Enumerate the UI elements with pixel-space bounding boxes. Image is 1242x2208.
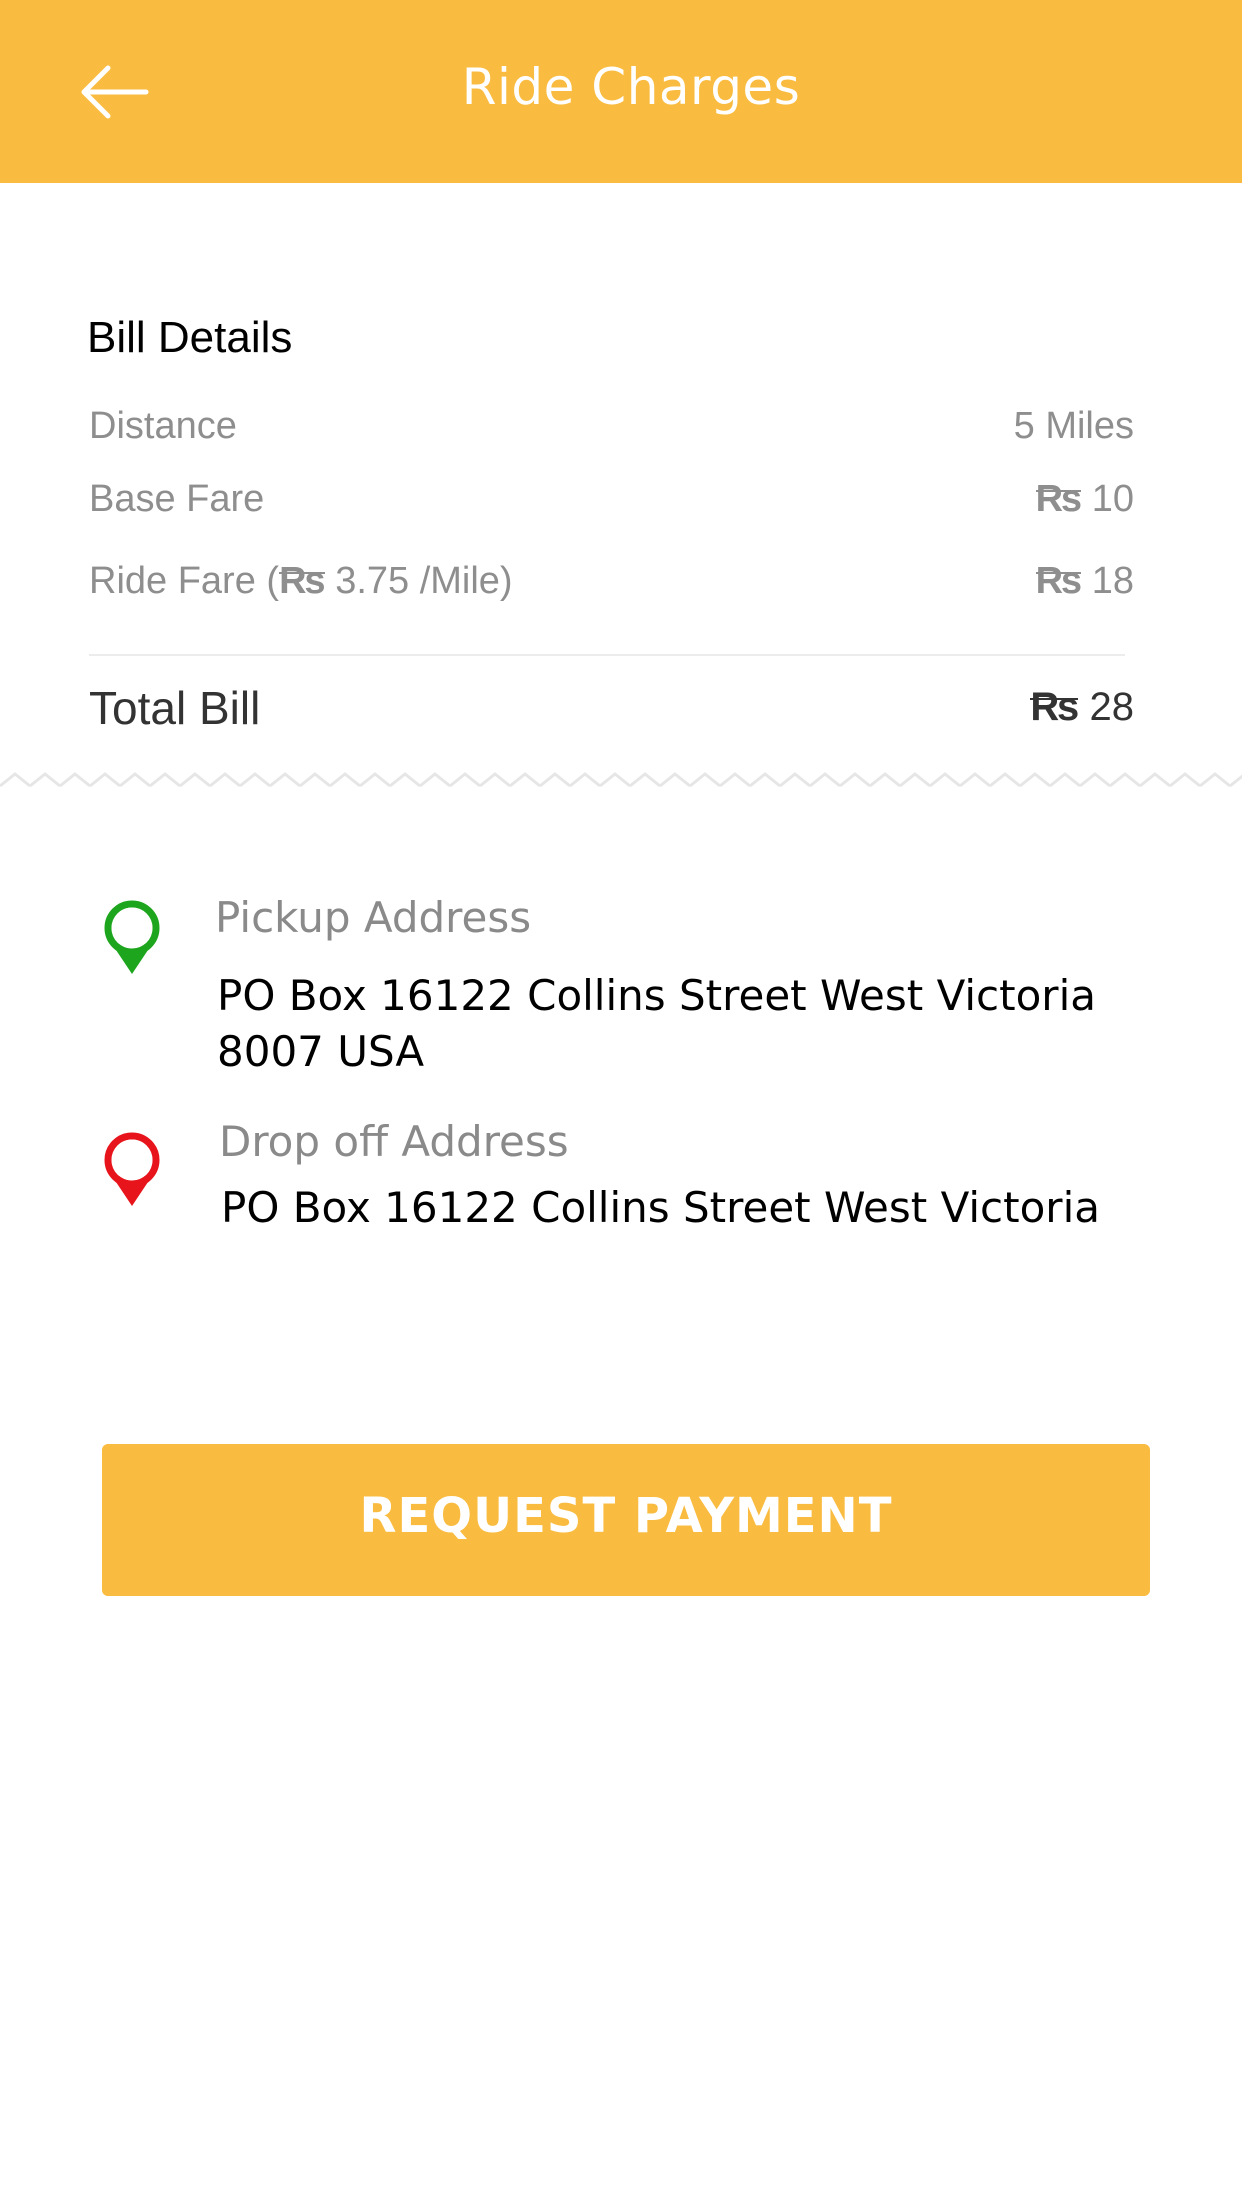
amount: 10 (1091, 478, 1134, 520)
bill-details-card: Bill Details Distance 5 Miles Base Fare … (0, 183, 1242, 783)
page-title: Ride Charges (461, 58, 801, 116)
bill-row-value: ₨ 10 (1035, 478, 1134, 521)
rupee-symbol: ₨ (1030, 685, 1079, 729)
receipt-zigzag-edge (0, 772, 1242, 806)
pickup-address-label: Pickup Address (215, 893, 532, 942)
bill-row-label: Base Fare (89, 478, 265, 520)
dropoff-address-label: Drop off Address (219, 1117, 569, 1166)
rupee-symbol: ₨ (279, 560, 326, 602)
ride-fare-label-text: Ride Fare ( (89, 560, 280, 602)
amount: 18 (1091, 560, 1134, 602)
map-pin-icon (104, 1132, 160, 1206)
pickup-address-value: PO Box 16122 Collins Street West Victori… (217, 971, 1096, 1076)
amount: 28 (1089, 685, 1135, 729)
total-value: ₨ 28 (1030, 685, 1134, 730)
bill-row-label: Distance (89, 405, 237, 447)
request-payment-button[interactable]: REQUEST PAYMENT (102, 1444, 1150, 1596)
bill-row-value: ₨ 18 (1035, 560, 1134, 603)
bill-row-value: 5 Miles (1013, 405, 1134, 447)
total-label: Total Bill (89, 682, 261, 734)
rupee-symbol: ₨ (1035, 560, 1082, 602)
app-header: Ride Charges (0, 0, 1242, 183)
bill-row-label: Ride Fare (₨ 3.75 /Mile) (89, 560, 513, 603)
bill-divider (89, 654, 1125, 656)
map-pin-icon (104, 900, 160, 974)
ride-fare-rate: 3.75 /Mile) (335, 560, 513, 602)
dropoff-address-value: PO Box 16122 Collins Street West Victori… (221, 1183, 1100, 1232)
bill-details-title: Bill Details (87, 313, 293, 362)
rupee-symbol: ₨ (1035, 478, 1082, 520)
